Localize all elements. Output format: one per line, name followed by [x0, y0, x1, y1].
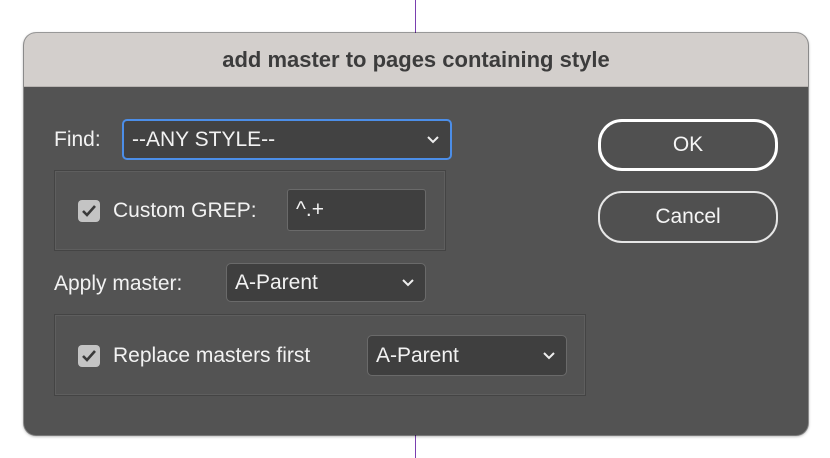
dialog-title: add master to pages containing style — [24, 33, 808, 87]
guide-line-bottom — [415, 432, 416, 458]
custom-grep-value: ^.+ — [296, 198, 324, 221]
guide-line-top — [415, 0, 416, 34]
cancel-button[interactable]: Cancel — [598, 191, 778, 243]
checkmark-icon — [82, 205, 96, 217]
chevron-down-icon — [543, 351, 555, 359]
custom-grep-group: Custom GREP: ^.+ — [54, 170, 446, 251]
replace-masters-select[interactable]: A-Parent — [367, 335, 567, 376]
replace-masters-value: A-Parent — [376, 343, 459, 367]
ok-button[interactable]: OK — [598, 119, 778, 171]
custom-grep-input[interactable]: ^.+ — [287, 189, 426, 231]
find-style-select[interactable]: --ANY STYLE-- — [122, 119, 452, 160]
chevron-down-icon — [402, 278, 414, 286]
checkmark-icon — [82, 350, 96, 362]
chevron-down-icon — [427, 135, 439, 143]
replace-masters-label: Replace masters first — [113, 344, 311, 367]
custom-grep-checkbox[interactable] — [78, 200, 100, 222]
custom-grep-label: Custom GREP: — [113, 199, 257, 222]
replace-masters-group: Replace masters first A-Parent — [54, 314, 586, 396]
apply-master-label: Apply master: — [54, 272, 183, 295]
find-label: Find: — [54, 128, 101, 151]
dialog-window: add master to pages containing style Fin… — [24, 33, 808, 435]
find-style-value: --ANY STYLE-- — [132, 127, 276, 151]
apply-master-select[interactable]: A-Parent — [226, 263, 426, 302]
replace-masters-checkbox[interactable] — [78, 345, 100, 367]
apply-master-value: A-Parent — [235, 270, 318, 294]
